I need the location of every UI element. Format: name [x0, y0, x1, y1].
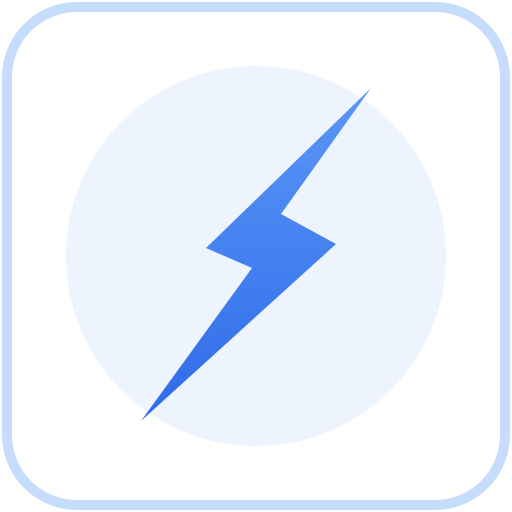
app-icon-graphic: [2, 2, 510, 510]
app-icon: [0, 0, 512, 512]
